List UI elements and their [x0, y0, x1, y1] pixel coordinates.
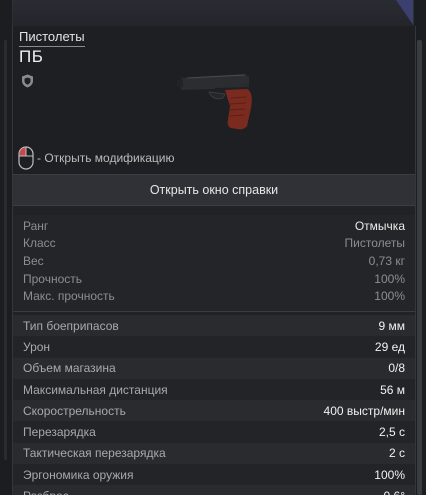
stat-label: Урон: [23, 339, 51, 354]
pistol-image: [177, 74, 252, 130]
item-header: Пистолеты ПБ - Открыть модификацию: [13, 26, 415, 174]
stat-row: Ранг Отмычка: [13, 217, 415, 235]
item-category: Пистолеты: [19, 29, 85, 47]
basic-stats-list: Ранг Отмычка Класс Пистолеты Вес 0,73 кг Прочн…: [13, 215, 415, 311]
stat-row: Тактическая перезарядка 2 с: [13, 442, 415, 465]
stat-label: Эргономика оружия: [23, 467, 134, 482]
stat-row: Урон 29 ед: [13, 336, 415, 358]
stat-label: Макс. прочность: [23, 289, 115, 304]
mouse-left-click-icon: [18, 146, 34, 170]
stat-value: 0/8: [388, 361, 405, 376]
stat-value: 2,5 с: [378, 425, 405, 440]
stat-label: Разброс: [23, 489, 69, 495]
stat-value: 100%: [374, 271, 405, 286]
stat-row: Тип боеприпасов 9 мм: [13, 314, 415, 337]
stat-row: Прочность 100%: [13, 270, 415, 288]
stat-label: Скорострельность: [23, 403, 126, 418]
stat-label: Максимальная дистанция: [23, 382, 168, 397]
hint-text: - Открыть модификацию: [37, 151, 175, 165]
stat-row: Объем магазина 0/8: [13, 357, 415, 379]
stat-row: Разброс 0,6°: [13, 485, 415, 495]
stat-label: Тактическая перезарядка: [23, 446, 166, 461]
item-name: ПБ: [19, 47, 44, 66]
stat-value: Пистолеты: [344, 236, 406, 251]
stat-value: 9 мм: [378, 318, 405, 333]
stat-label: Прочность: [23, 271, 83, 286]
weapon-stats-list: Тип боеприпасов 9 мм Урон 29 ед Объем магази…: [13, 314, 415, 495]
stat-value: 29 ед: [374, 339, 405, 354]
stat-row: Макс. прочность 100%: [13, 287, 415, 305]
stat-value: 2 с: [388, 446, 405, 461]
stat-row: Класс Пистолеты: [13, 235, 415, 253]
stat-row: Эргономика оружия 100%: [13, 464, 415, 486]
open-help-button[interactable]: Открыть окно справки: [13, 174, 415, 206]
spacer: [13, 206, 415, 215]
divider: [13, 310, 415, 312]
stat-row: Максимальная дистанция 56 м: [13, 378, 415, 401]
stat-row: Скорострельность 400 выстр/мин: [13, 400, 415, 422]
window-top-bar: [0, 0, 426, 26]
stat-value: 0,73 кг: [368, 253, 405, 268]
stat-label: Класс: [23, 236, 56, 251]
stat-value: 56 м: [380, 382, 405, 397]
stat-value: Отмычка: [354, 218, 405, 233]
stat-label: Перезарядка: [23, 425, 96, 440]
stat-label: Объем магазина: [23, 361, 116, 376]
shield-icon: [22, 74, 33, 88]
stat-value: 400 выстр/мин: [323, 403, 405, 418]
stat-value: 100%: [374, 289, 405, 304]
stat-value: 0,6°: [384, 489, 405, 495]
stat-label: Ранг: [23, 218, 49, 233]
item-tooltip-panel: Пистолеты ПБ - Открыть модификацию Откры…: [12, 26, 416, 495]
stat-label: Тип боеприпасов: [23, 318, 119, 333]
stat-label: Вес: [23, 253, 44, 268]
scrollbar-thumb[interactable]: [417, 40, 422, 495]
left-rail: [4, 40, 7, 460]
modification-hint: - Открыть модификацию: [18, 146, 175, 170]
stat-row: Вес 0,73 кг: [13, 252, 415, 270]
stat-row: Перезарядка 2,5 с: [13, 421, 415, 443]
stat-value: 100%: [374, 467, 405, 482]
